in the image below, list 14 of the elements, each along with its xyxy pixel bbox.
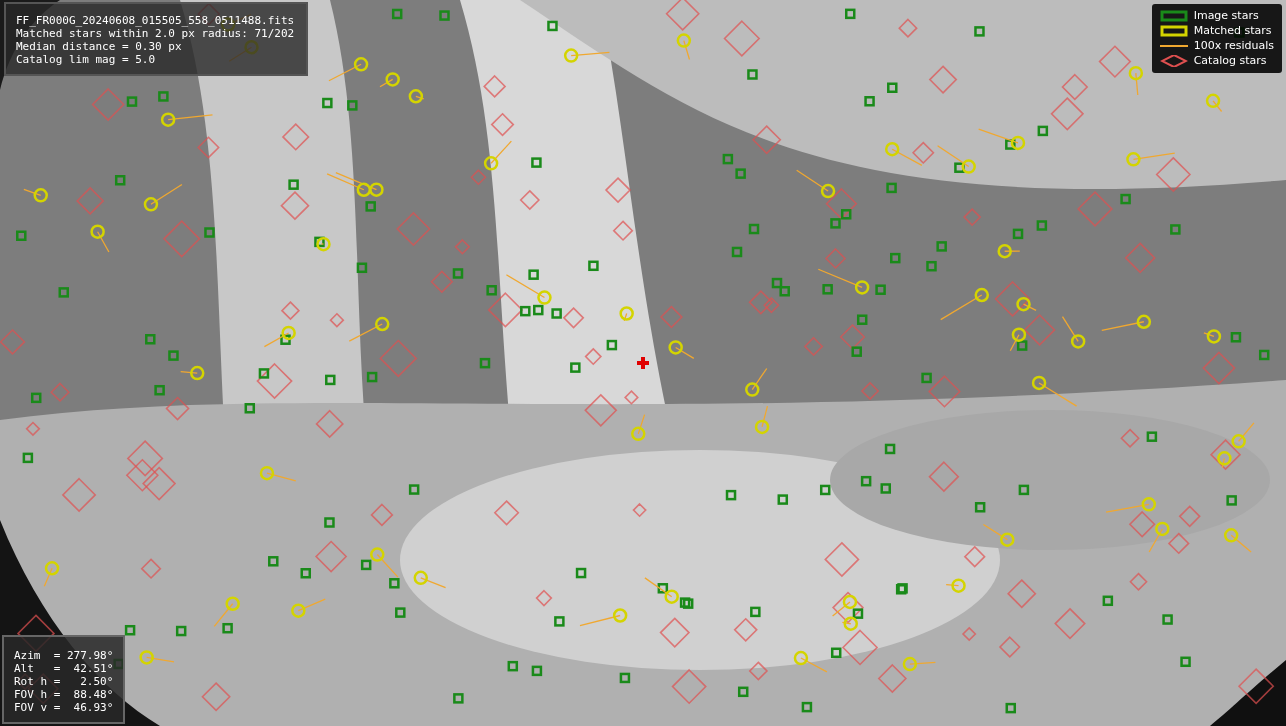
pointing-text: FOV v = 46.93°	[14, 701, 114, 714]
info-text: Matched stars within 2.0 px radius: 71/202	[16, 27, 295, 40]
pointing-text: Rot h = 2.50°	[14, 675, 114, 688]
center-cross-icon	[637, 357, 649, 369]
legend-label: Catalog stars	[1193, 54, 1267, 68]
info-text: Median distance = 0.30 px	[16, 40, 183, 53]
pointing-text: FOV h = 88.48°	[14, 688, 114, 701]
legend-label: Matched stars	[1193, 24, 1272, 38]
info-text: Catalog lim mag = 5.0	[16, 53, 157, 66]
info-text: FF_FR000G_20240608_015505_558_0511488.fits	[16, 14, 295, 27]
legend-label: 100x residuals	[1193, 39, 1274, 53]
legend-label: Image stars	[1193, 9, 1259, 23]
pointing-text: Azim = 277.98°	[14, 649, 114, 662]
pointing-text: Alt = 42.51°	[14, 662, 114, 675]
